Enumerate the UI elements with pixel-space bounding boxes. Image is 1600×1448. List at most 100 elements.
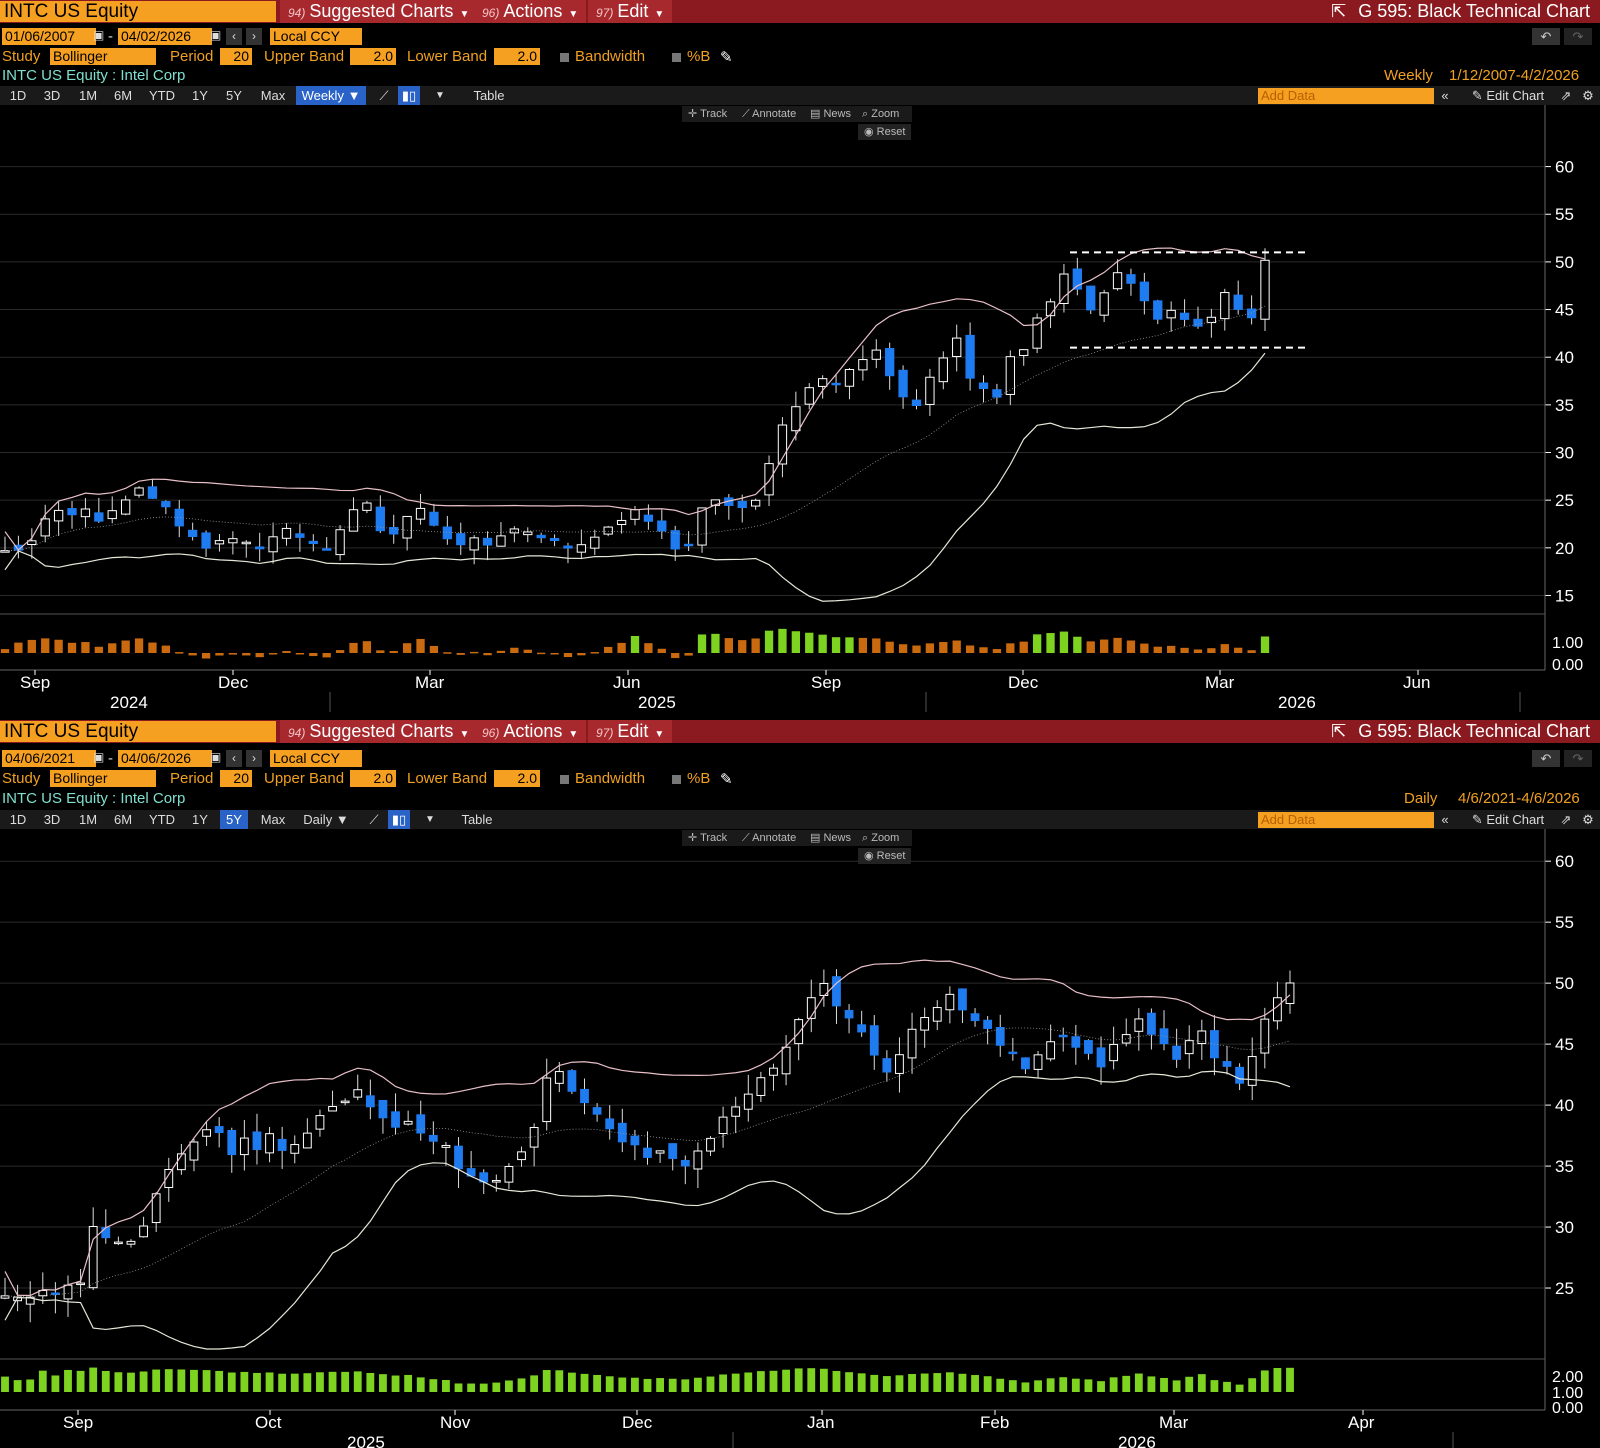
tab-1y[interactable]: 1Y <box>186 86 214 105</box>
pctb-bar <box>467 1383 476 1392</box>
candle <box>670 530 680 550</box>
pencil-icon[interactable]: ✎ <box>720 770 733 788</box>
undo-icon[interactable]: ↶ <box>1532 750 1560 767</box>
reset-button[interactable]: ◉ Reset <box>858 124 912 140</box>
study-select[interactable]: Bollinger <box>50 770 156 787</box>
suggested-charts-menu[interactable]: 94) Suggested Charts ▼ <box>280 720 478 743</box>
ticker-field[interactable]: INTC US Equity <box>0 1 276 22</box>
start-date-field[interactable]: 04/06/2021 <box>2 750 96 767</box>
period-field[interactable]: 20 <box>220 770 252 787</box>
tab-max[interactable]: Max <box>256 810 290 829</box>
tab-1m[interactable]: 1M <box>73 86 103 105</box>
annotate-tool[interactable]: ⟋ Annotate <box>742 830 796 846</box>
tab-1y[interactable]: 1Y <box>186 810 214 829</box>
candlestick-icon[interactable]: ▮▯ <box>398 86 420 105</box>
tab-6m[interactable]: 6M <box>108 86 138 105</box>
pencil-icon[interactable]: ✎ <box>720 48 733 66</box>
track-tool[interactable]: ✛ Track <box>688 830 727 846</box>
popout-icon[interactable]: ⇱ <box>1331 1 1346 21</box>
reset-button[interactable]: ◉ Reset <box>858 848 912 864</box>
next-arrow-icon[interactable]: › <box>246 750 262 767</box>
edit-menu[interactable]: 97) Edit ▼ <box>588 0 673 23</box>
bandwidth-checkbox[interactable]: Bandwidth <box>560 48 645 65</box>
line-chart-icon[interactable]: ⟋ <box>364 810 384 829</box>
pctb-bar <box>322 653 331 658</box>
pctb-checkbox[interactable]: %B <box>672 770 710 787</box>
pctb-bar <box>644 643 653 653</box>
upper-band-field[interactable]: 2.0 <box>350 48 396 65</box>
calendar-icon[interactable]: ▣ <box>210 28 221 42</box>
end-date-field[interactable]: 04/02/2026 <box>118 28 212 45</box>
study-select[interactable]: Bollinger <box>50 48 156 65</box>
tab-1d[interactable]: 1D <box>4 86 32 105</box>
collapse-icon[interactable]: « <box>1436 86 1454 105</box>
calendar-icon[interactable]: ▣ <box>93 750 104 764</box>
collapse-icon[interactable]: « <box>1436 810 1454 829</box>
tab-1d[interactable]: 1D <box>4 810 32 829</box>
line-chart-icon[interactable]: ⟋ <box>374 86 394 105</box>
chevron-down-icon[interactable]: ▼ <box>432 86 448 105</box>
tab-3d[interactable]: 3D <box>38 86 66 105</box>
candle <box>50 1292 60 1295</box>
lower-band-field[interactable]: 2.0 <box>494 48 540 65</box>
pctb-bar <box>443 652 452 654</box>
undo-icon[interactable]: ↶ <box>1532 28 1560 45</box>
zoom-tool[interactable]: ⌕ Zoom <box>862 830 899 846</box>
calendar-icon[interactable]: ▣ <box>93 28 104 42</box>
upper-band-field[interactable]: 2.0 <box>350 770 396 787</box>
gear-icon[interactable]: ⚙ <box>1578 810 1598 829</box>
zoom-tool[interactable]: ⌕ Zoom <box>862 106 899 122</box>
redo-icon[interactable]: ↷ <box>1564 28 1592 45</box>
popout-icon[interactable]: ⇱ <box>1331 721 1346 741</box>
redo-icon[interactable]: ↷ <box>1564 750 1592 767</box>
tab-6m[interactable]: 6M <box>108 810 138 829</box>
actions-menu[interactable]: 96) Actions ▼ <box>474 0 587 23</box>
tab-ytd[interactable]: YTD <box>144 86 180 105</box>
pctb-bar <box>215 1370 224 1392</box>
edit-menu[interactable]: 97) Edit ▼ <box>588 720 673 743</box>
actions-menu[interactable]: 96) Actions ▼ <box>474 720 587 743</box>
edit-chart-button[interactable]: ✎ Edit Chart <box>1460 810 1556 829</box>
add-data-input[interactable]: Add Data <box>1258 88 1434 104</box>
news-tool[interactable]: ▤ News <box>810 830 851 846</box>
tab-3d[interactable]: 3D <box>38 810 66 829</box>
calendar-icon[interactable]: ▣ <box>210 750 221 764</box>
table-button[interactable]: Table <box>466 86 512 105</box>
candle <box>1153 300 1163 320</box>
start-date-field[interactable]: 01/06/2007 <box>2 28 96 45</box>
frequency-select[interactable]: Weekly ▼ <box>296 86 366 105</box>
gear-icon[interactable]: ⚙ <box>1578 86 1598 105</box>
table-button[interactable]: Table <box>454 810 500 829</box>
pctb-checkbox[interactable]: %B <box>672 48 710 65</box>
currency-select[interactable]: Local CCY <box>270 750 362 767</box>
candlestick-icon[interactable]: ▮▯ <box>388 810 410 829</box>
chevron-down-icon[interactable]: ▼ <box>422 810 438 829</box>
currency-select[interactable]: Local CCY <box>270 28 362 45</box>
ticker-field[interactable]: INTC US Equity <box>0 721 276 742</box>
chart-settings-icon[interactable]: ⇗ <box>1556 810 1576 829</box>
pctb-bar <box>952 640 961 653</box>
news-tool[interactable]: ▤ News <box>810 106 851 122</box>
candle <box>1019 349 1029 356</box>
tab-5y[interactable]: 5Y <box>220 86 248 105</box>
period-field[interactable]: 20 <box>220 48 252 65</box>
prev-arrow-icon[interactable]: ‹ <box>226 28 242 45</box>
edit-chart-button[interactable]: ✎ Edit Chart <box>1460 86 1556 105</box>
bandwidth-checkbox[interactable]: Bandwidth <box>560 770 645 787</box>
next-arrow-icon[interactable]: › <box>246 28 262 45</box>
chart-settings-icon[interactable]: ⇗ <box>1556 86 1576 105</box>
tab-5y[interactable]: 5Y <box>220 810 248 829</box>
prev-arrow-icon[interactable]: ‹ <box>226 750 242 767</box>
frequency-select[interactable]: Daily ▼ <box>296 810 356 829</box>
lower-band-field[interactable]: 2.0 <box>494 770 540 787</box>
annotate-tool[interactable]: ⟋ Annotate <box>742 106 796 122</box>
tab-max[interactable]: Max <box>256 86 290 105</box>
tab-1m[interactable]: 1M <box>73 810 103 829</box>
add-data-input[interactable]: Add Data <box>1258 812 1434 828</box>
track-tool[interactable]: ✛ Track <box>688 106 727 122</box>
tab-ytd[interactable]: YTD <box>144 810 180 829</box>
price-chart[interactable]: 60 55 50 45 40 35 30 25 20 15 1.00 0.00 Sep Dec Mar Jun… <box>0 105 1600 722</box>
end-date-field[interactable]: 04/06/2026 <box>118 750 212 767</box>
suggested-charts-menu[interactable]: 94) Suggested Charts ▼ <box>280 0 478 23</box>
price-chart[interactable]: 60555045403530252.001.000.00Sep Oct Nov Dec… <box>0 829 1600 1448</box>
